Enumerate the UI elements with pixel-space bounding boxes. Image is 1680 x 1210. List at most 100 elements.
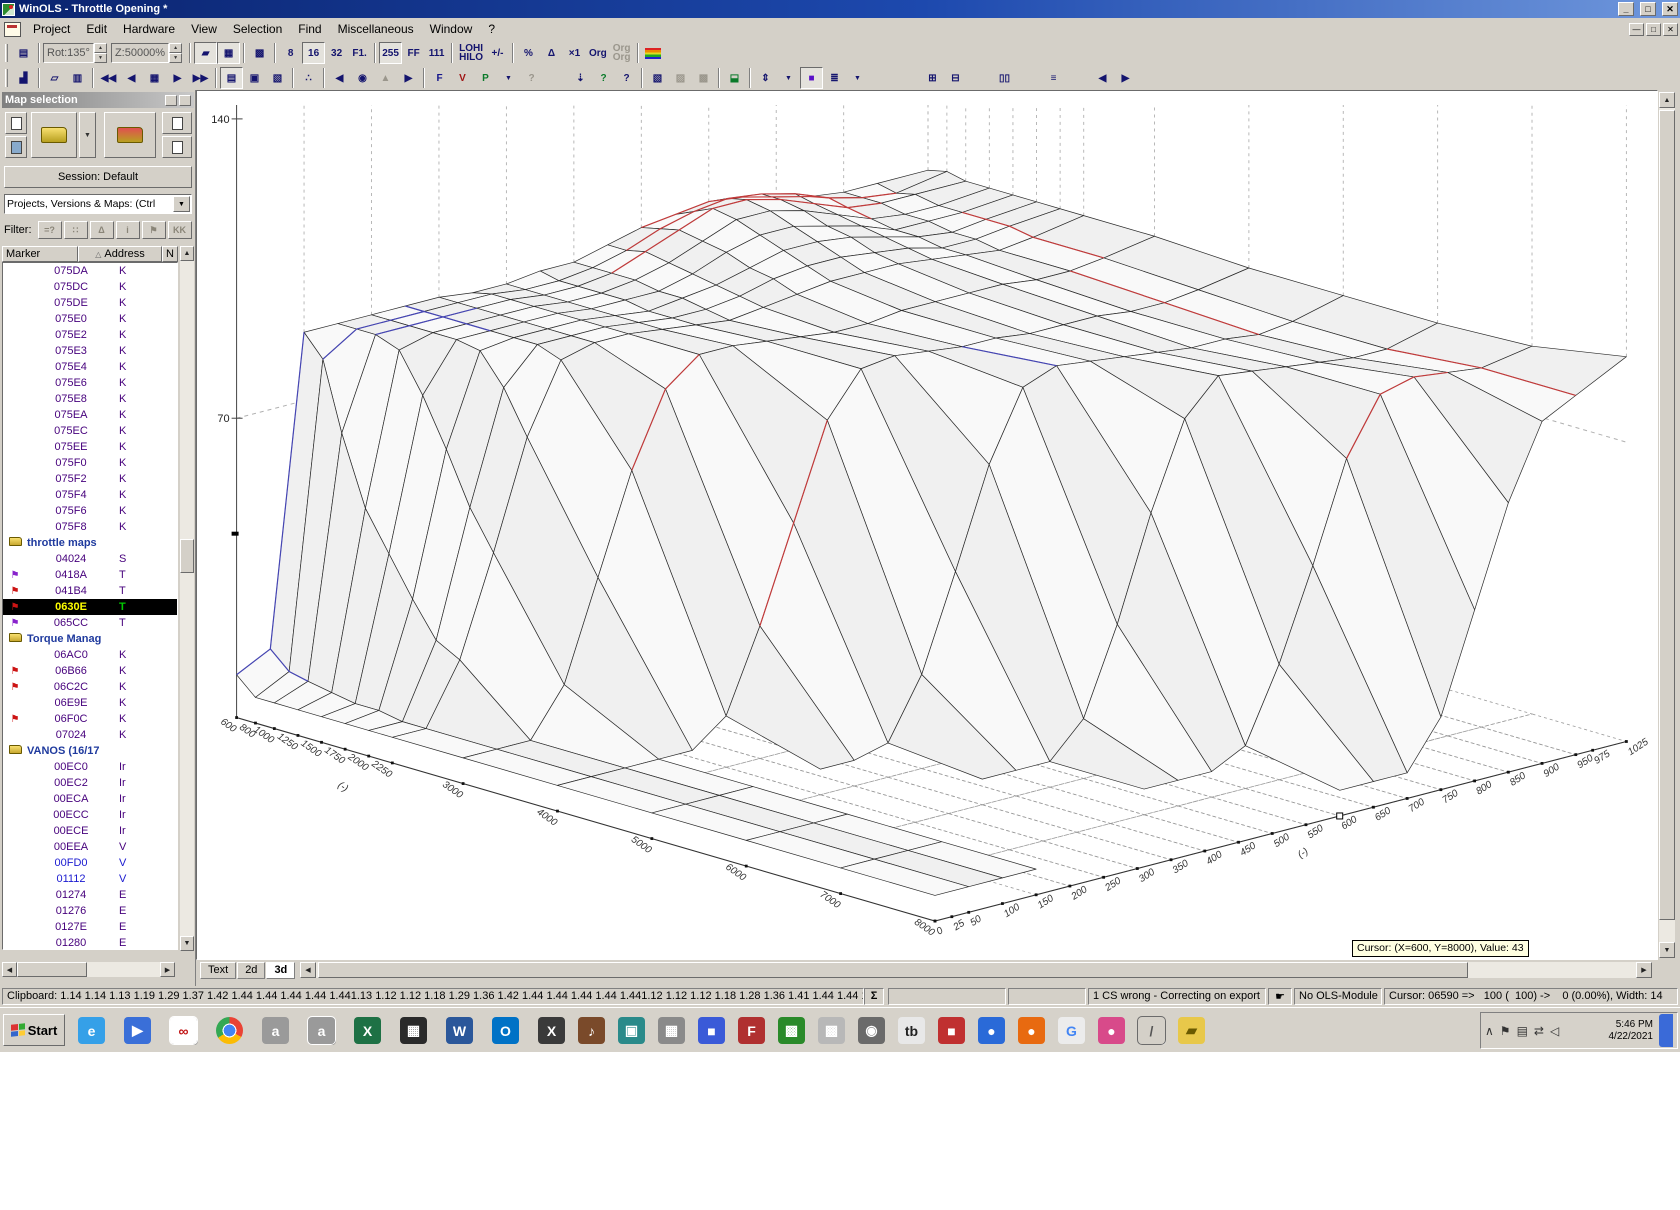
rot-spinner[interactable]: ▲▼ [94, 43, 107, 63]
width-32-button[interactable]: 32 [325, 42, 348, 64]
taskbar-internet-explorer[interactable]: e [78, 1017, 105, 1044]
list-item[interactable]: ⚑0630ET [3, 599, 177, 615]
sort-dropdown-button[interactable]: ▼ [777, 67, 800, 89]
taskbar-red-app[interactable]: ■ [938, 1017, 965, 1044]
menu-window[interactable]: Window [422, 19, 481, 39]
auto-detect-button[interactable]: ⇣ [569, 67, 592, 89]
taskbar-excel[interactable]: X [354, 1017, 381, 1044]
statistics-wizard-button[interactable]: ▧ [646, 67, 669, 89]
list-item[interactable]: 00ECEIr [3, 823, 177, 839]
list-item[interactable]: 075E6K [3, 375, 177, 391]
list-folder-row[interactable]: Torque Manag [3, 631, 177, 647]
panel-title-bar[interactable]: Map selection [2, 92, 194, 108]
taskbar-media-player[interactable]: ▶ [124, 1017, 151, 1044]
minimize-button[interactable]: _ [1618, 2, 1634, 16]
taskbar-music-app[interactable]: ♪ [578, 1017, 605, 1044]
panel-close-button[interactable] [179, 95, 191, 106]
menu-[interactable]: ? [480, 19, 503, 39]
org-org-button[interactable]: OrgOrg [610, 42, 634, 64]
list-item[interactable]: 075F0K [3, 455, 177, 471]
list-item[interactable]: ⚑0418AT [3, 567, 177, 583]
list-item[interactable]: 075DAK [3, 263, 177, 279]
list-item[interactable]: 00EEAV [3, 839, 177, 855]
prev-version-button[interactable]: ◀ [120, 67, 143, 89]
tray-network-icon[interactable]: ▤ [1517, 1024, 1528, 1038]
tab-3d[interactable]: 3d [266, 962, 295, 979]
assistant-help-button[interactable]: ? [592, 67, 615, 89]
layout-button[interactable]: ≣ [823, 67, 846, 89]
sigma-icon[interactable]: Σ [864, 988, 884, 1005]
mdi-close-button[interactable]: ✕ [1663, 23, 1678, 36]
first-version-button[interactable]: ◀◀ [97, 67, 120, 89]
help-button[interactable]: ? [520, 67, 543, 89]
import-button[interactable]: ⬓ [723, 67, 746, 89]
list-item[interactable]: 06E9EK [3, 695, 177, 711]
chart-scroll-left-button[interactable]: ◀ [300, 962, 316, 978]
list-item[interactable]: 075DEK [3, 295, 177, 311]
taskbar-flasher-chip[interactable]: F [738, 1017, 765, 1044]
list-item[interactable]: 00EC2Ir [3, 775, 177, 791]
taskbar-pink-app[interactable]: ● [1098, 1017, 1125, 1044]
width-8-button[interactable]: 8 [279, 42, 302, 64]
menu-selection[interactable]: Selection [225, 19, 290, 39]
map-selection-button[interactable]: ▤ [220, 67, 243, 89]
hex-button[interactable]: FF [402, 42, 425, 64]
mdi-minimize-button[interactable]: — [1629, 23, 1644, 36]
panel-hscrollbar[interactable] [17, 962, 160, 977]
follow-trace-button[interactable]: ∴ [297, 67, 320, 89]
taskbar-desktop-app[interactable]: ▣ [618, 1017, 645, 1044]
list-item[interactable]: 075ECK [3, 423, 177, 439]
color-mode-button[interactable]: ■ [800, 67, 823, 89]
list-item[interactable]: 00ECCIr [3, 807, 177, 823]
list-item[interactable]: 075EAK [3, 407, 177, 423]
tree-mode-dropdown[interactable]: Projects, Versions & Maps: (Ctrl ▼ [4, 194, 192, 214]
list-item[interactable]: 00ECAIr [3, 791, 177, 807]
filter-kk-button[interactable]: KK [168, 221, 192, 239]
map-list-button[interactable]: ▧ [266, 67, 289, 89]
lohi-button[interactable]: LOHIHILO [456, 42, 486, 64]
tray-usb-device-icon[interactable]: ⇄ [1534, 1024, 1544, 1038]
forward-button[interactable]: ▶ [397, 67, 420, 89]
taskbar-tunerbox[interactable]: tb [898, 1017, 925, 1044]
taskbar-folder[interactable]: ▰ [1178, 1017, 1205, 1044]
list-item[interactable]: 075F4K [3, 487, 177, 503]
menu-hardware[interactable]: Hardware [115, 19, 183, 39]
list-item[interactable]: 01276E [3, 903, 177, 919]
pause-compare-button[interactable]: ▯▯ [993, 67, 1016, 89]
layout-dropdown-button[interactable]: ▼ [846, 67, 869, 89]
list-item[interactable]: 00FD0V [3, 855, 177, 871]
taskbar-eprom-tool-2[interactable]: a [308, 1017, 335, 1044]
column-address[interactable]: △Address [78, 246, 162, 262]
list-item[interactable]: 075E0K [3, 311, 177, 327]
filter-info-button[interactable]: i [116, 221, 140, 239]
list-item[interactable]: 075EEK [3, 439, 177, 455]
list-item[interactable]: 075E3K [3, 343, 177, 359]
close-button[interactable]: ✕ [1662, 2, 1678, 16]
list-item[interactable]: ⚑06C2CK [3, 679, 177, 695]
tray-volume-icon[interactable]: ◁ [1550, 1024, 1559, 1038]
taskbar-orange-app[interactable]: ● [1018, 1017, 1045, 1044]
sign-button[interactable]: +/- [486, 42, 509, 64]
last-version-button[interactable]: ▶▶ [189, 67, 212, 89]
tile-windows-button[interactable]: ▥ [66, 67, 89, 89]
list-item[interactable]: 04024S [3, 551, 177, 567]
list-scrollbar-thumb[interactable] [180, 539, 194, 573]
chevron-down-icon[interactable]: ▼ [173, 196, 190, 212]
profile-button[interactable]: ▟ [12, 67, 35, 89]
open-versions-button[interactable] [104, 112, 156, 158]
taskbar-wrench-tool[interactable]: / [1138, 1017, 1165, 1044]
taskbar-word[interactable]: W [446, 1017, 473, 1044]
zoom-spinner[interactable]: ▲▼ [169, 43, 182, 63]
map-preview-button[interactable]: ▣ [243, 67, 266, 89]
tab-text[interactable]: Text [200, 962, 236, 979]
list-item[interactable]: 01280E [3, 935, 177, 950]
taskbar-google-app[interactable]: G [1058, 1017, 1085, 1044]
filter-equals-button[interactable]: =? [38, 221, 62, 239]
menu-find[interactable]: Find [290, 19, 329, 39]
list-folder-row[interactable]: throttle maps [3, 535, 177, 551]
column-marker[interactable]: Marker [2, 246, 78, 262]
back-button[interactable]: ◀ [328, 67, 351, 89]
search-wizard-button[interactable]: ▩ [692, 67, 715, 89]
v-window-button[interactable]: V [451, 67, 474, 89]
list-item[interactable]: ⚑06B66K [3, 663, 177, 679]
